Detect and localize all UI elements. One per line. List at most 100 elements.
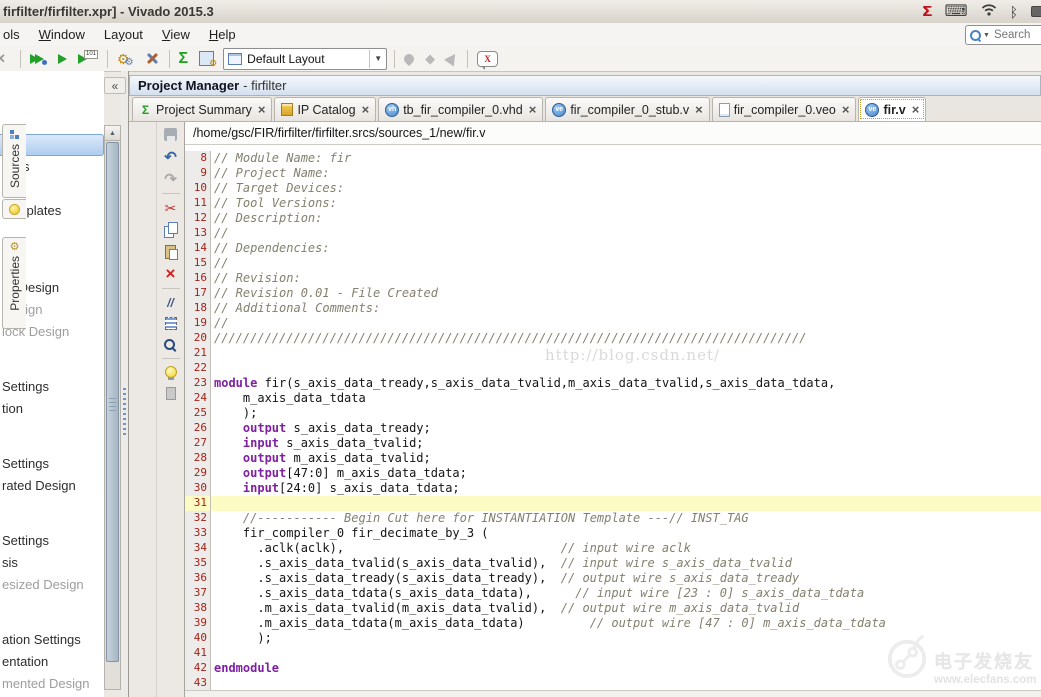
run-to-bitstream-button[interactable]: 101 [76,48,100,70]
menu-item-window[interactable]: Window [39,27,85,42]
code-line[interactable]: 43 [185,676,1041,690]
search-box[interactable]: ▼ [965,25,1041,45]
code-line[interactable]: 34 .aclk(aclk), // input wire aclk [185,541,1041,556]
tools-icon[interactable] [143,48,162,70]
close-tab-icon[interactable]: × [529,103,537,116]
flow-nav-item[interactable]: rated Design [0,475,104,497]
wifi-icon[interactable] [981,3,997,21]
scroll-up-icon[interactable]: ▲ [105,126,120,141]
settings-gears-icon[interactable]: ⚙⚙ [115,48,136,70]
code-line[interactable]: 22 [185,361,1041,376]
flow-nav-item[interactable]: entation [0,651,104,673]
code-line[interactable]: 31 [185,496,1041,511]
menu-item-ols[interactable]: ols [3,27,20,42]
tab-sources[interactable]: Sources [2,124,26,198]
red-logo-icon[interactable]: Σ [922,3,931,20]
code-line[interactable]: 17// Revision 0.01 - File Created [185,286,1041,301]
close-tab-icon[interactable]: × [362,103,370,116]
code-line[interactable]: 12// Description: [185,211,1041,226]
bluetooth-icon[interactable]: ᛒ [1010,4,1018,20]
run-all-button[interactable] [28,48,49,70]
layout-selector[interactable]: Default Layout ▼ [223,48,387,70]
chevron-down-icon[interactable]: ▼ [983,32,990,39]
code-line[interactable]: 9// Project Name: [185,166,1041,181]
tab-fir_compiler_0.veo[interactable]: fir_compiler_0.veo× [712,97,857,121]
block-select-icon[interactable] [165,317,177,330]
code-line[interactable]: 23module fir(s_axis_data_tready,s_axis_d… [185,376,1041,391]
code-line[interactable]: 39 .m_axis_data_tdata(m_axis_data_tdata)… [185,616,1041,631]
flow-nav-item[interactable]: Settings [0,530,104,552]
code-line[interactable]: 36 .s_axis_data_tready(s_axis_data_tread… [185,571,1041,586]
run-button[interactable] [56,48,69,70]
code-line[interactable]: 16// Revision: [185,271,1041,286]
scrollbar-thumb[interactable] [106,142,119,662]
comment-icon[interactable]: // [163,295,179,311]
tab-Project Summary[interactable]: ΣProject Summary× [132,97,272,121]
code-line[interactable]: 29 output[47:0] m_axis_data_tdata; [185,466,1041,481]
code-line[interactable]: 8// Module Name: fir [185,151,1041,166]
template-icon[interactable] [166,387,176,400]
code-line[interactable]: 13// [185,226,1041,241]
delete-icon[interactable]: × [163,266,179,282]
close-tab-icon[interactable]: × [912,103,920,116]
tab-tb_fir_compiler_0.vhd[interactable]: vhtb_fir_compiler_0.vhd× [378,97,543,121]
flow-nav-item[interactable]: ation Settings [0,629,104,651]
code-editor[interactable]: 8// Module Name: fir9// Project Name:10/… [185,145,1041,690]
tab-properties[interactable]: ⚙ Properties [2,237,26,329]
splitter-handle[interactable] [123,388,126,436]
code-line[interactable]: 24 m_axis_data_tdata [185,391,1041,406]
layout-settings-button[interactable]: ⚙ [197,48,216,70]
code-line[interactable]: 10// Target Devices: [185,181,1041,196]
code-line[interactable]: 38 .m_axis_data_tvalid(m_axis_data_tvali… [185,601,1041,616]
horizontal-scrollbar[interactable] [185,690,1041,697]
code-line[interactable]: 30 input[24:0] s_axis_data_tdata; [185,481,1041,496]
close-tab-icon[interactable]: × [695,103,703,116]
code-line[interactable]: 18// Additional Comments: [185,301,1041,316]
tab-fir_compiler_0_stub.v[interactable]: vefir_compiler_0_stub.v× [545,97,709,121]
flow-nav-item[interactable]: mented Design [0,673,104,695]
collapse-sidebar-button[interactable]: « [104,77,126,94]
code-line[interactable]: 35 .s_axis_data_tvalid(s_axis_data_tvali… [185,556,1041,571]
battery-icon[interactable] [1031,6,1041,17]
code-line[interactable]: 11// Tool Versions: [185,196,1041,211]
code-line[interactable]: 28 output m_axis_data_tvalid; [185,451,1041,466]
paste-icon[interactable] [163,244,179,260]
code-line[interactable]: 42endmodule [185,661,1041,676]
code-line[interactable]: 19// [185,316,1041,331]
flow-nav-item[interactable]: tion [0,398,104,420]
code-line[interactable]: 40 ); [185,631,1041,646]
tab-fir.v[interactable]: vefir.v× [858,97,926,121]
tab-templates-lamp[interactable] [2,199,26,219]
close-tab-icon[interactable]: × [842,103,850,116]
code-line[interactable]: 27 input s_axis_data_tvalid; [185,436,1041,451]
flow-nav-item[interactable]: Settings [0,453,104,475]
code-line[interactable]: 41 [185,646,1041,661]
menu-item-view[interactable]: View [162,27,190,42]
tab-IP Catalog[interactable]: IP Catalog× [274,97,376,121]
search-input[interactable] [992,28,1040,42]
redo-icon[interactable]: ↷ [163,171,179,187]
copy-icon[interactable] [163,222,179,238]
flow-navigator-scrollbar[interactable]: ▲ [104,125,121,690]
dropdown-arrow-icon[interactable]: ▼ [369,50,386,68]
code-line[interactable]: 25 ); [185,406,1041,421]
panel-splitter[interactable] [121,71,129,697]
code-line[interactable]: 15// [185,256,1041,271]
code-line[interactable]: 20//////////////////////////////////////… [185,331,1041,346]
code-line[interactable]: 33 fir_compiler_0 fir_decimate_by_3 ( [185,526,1041,541]
code-line[interactable]: 26 output s_axis_data_tready; [185,421,1041,436]
code-line[interactable]: 37 .s_axis_data_tdata(s_axis_data_tdata)… [185,586,1041,601]
save-icon[interactable] [163,127,179,143]
title-bar[interactable]: firfilter/firfilter.xpr] - Vivado 2015.3… [0,0,1041,24]
flow-nav-item[interactable]: sis [0,552,104,574]
flow-nav-item[interactable]: Settings [0,376,104,398]
feedback-bubble-icon[interactable]: X [475,48,500,70]
close-tab-icon[interactable]: × [258,103,266,116]
menu-item-layout[interactable]: Layout [104,27,143,42]
menu-item-help[interactable]: Help [209,27,236,42]
cut-icon[interactable]: ✂ [163,200,179,216]
flow-nav-item[interactable]: esized Design [0,574,104,596]
report-sigma-button[interactable]: Σ [177,48,191,70]
code-line[interactable]: 32 //----------- Begin Cut here for INST… [185,511,1041,526]
undo-icon[interactable]: ↶ [163,149,179,165]
